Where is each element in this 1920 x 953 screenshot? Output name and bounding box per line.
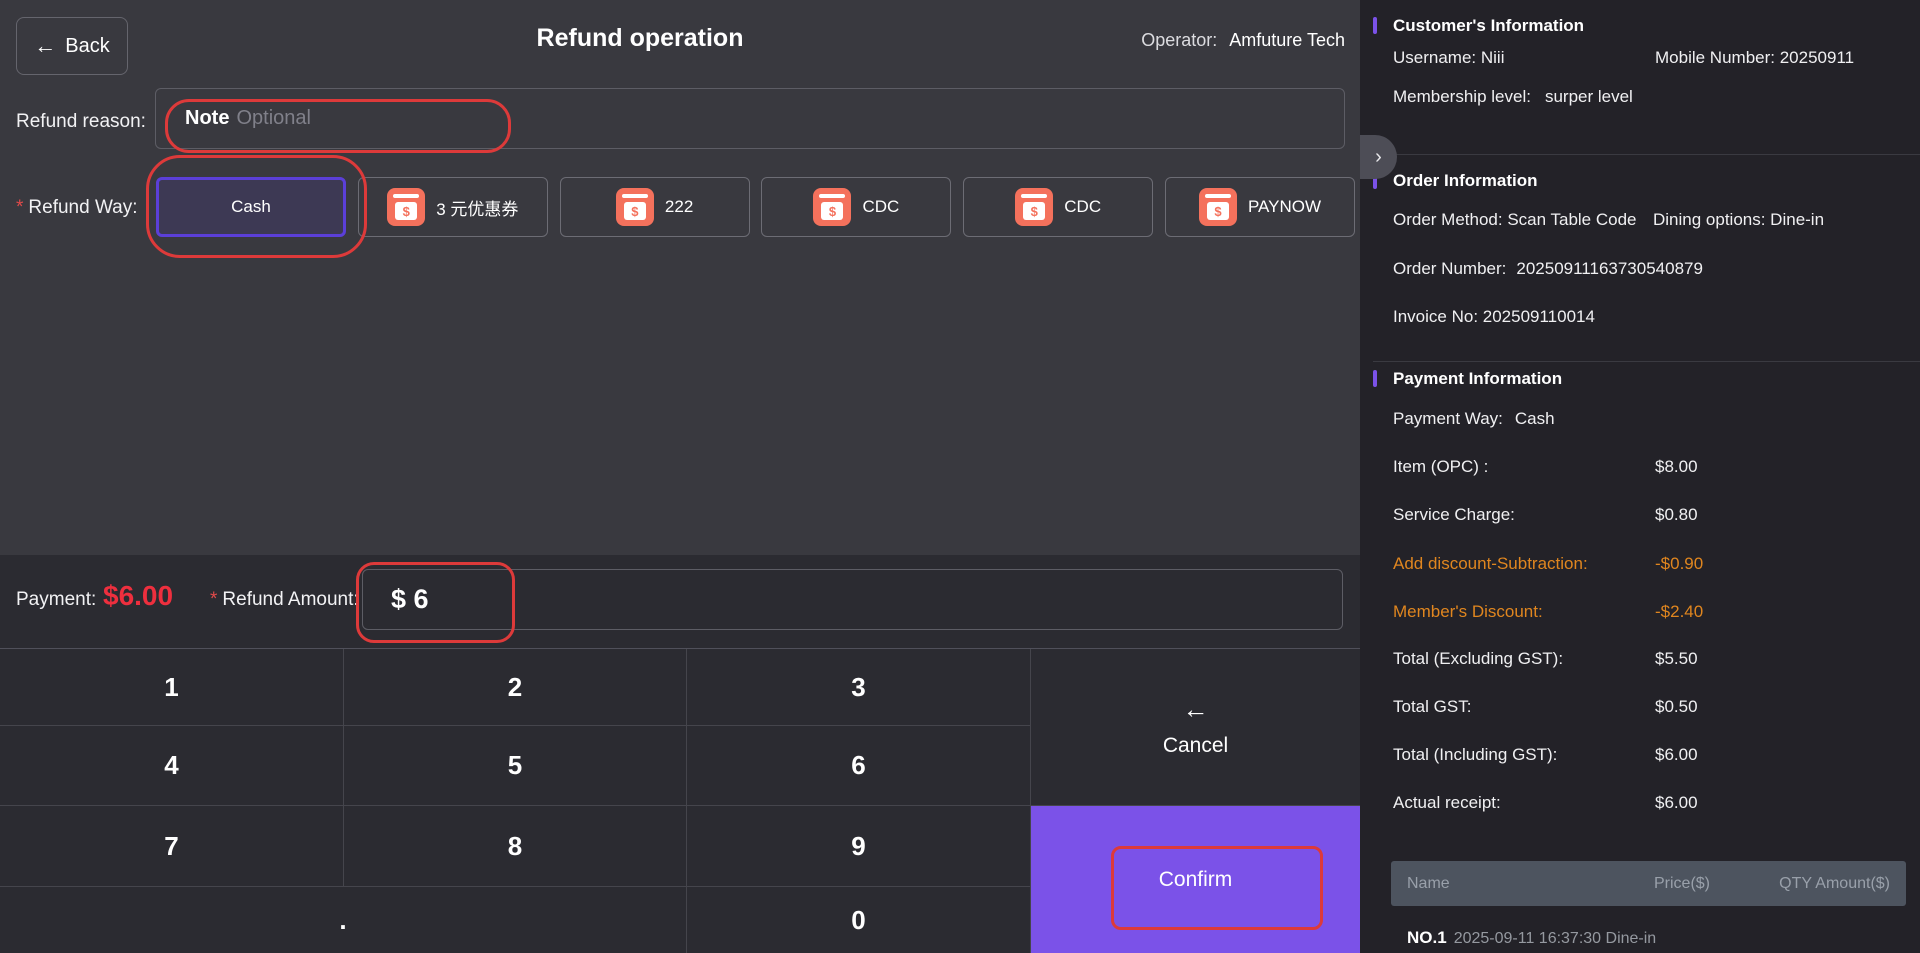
refund-way-option-cdc-2[interactable]: $ CDC [963, 177, 1153, 237]
dining-options: Dining options: Dine-in [1653, 210, 1824, 230]
order-method: Order Method: Scan Table Code [1393, 210, 1637, 230]
required-asterisk: * [210, 589, 217, 610]
order-number-value: 20250911163730540879 [1516, 259, 1703, 278]
refund-way-option-label: PAYNOW [1248, 197, 1321, 217]
back-button-label: Back [65, 35, 109, 58]
numpad-key-5[interactable]: 5 [344, 726, 687, 806]
numpad-key-dot[interactable]: . [0, 887, 687, 953]
payment-panel: Payment: $6.00 *Refund Amount: $ 6 1 2 3… [0, 555, 1360, 953]
main-panel: ← Back Refund operation Operator: Amfutur… [0, 0, 1360, 953]
section-accent-bar [1373, 17, 1377, 34]
money-voucher-icon: $ [813, 188, 851, 226]
refund-way-option-label: CDC [1064, 197, 1101, 217]
refund-way-option-label: Cash [231, 197, 271, 217]
money-voucher-icon: $ [387, 188, 425, 226]
refund-way-label: *Refund Way: [16, 197, 138, 219]
cancel-button[interactable]: ← Cancel [1031, 649, 1360, 806]
refund-amount-input[interactable]: $ 6 [362, 569, 1343, 630]
column-price: Price($) [1595, 875, 1710, 893]
refund-way-option-222[interactable]: $ 222 [560, 177, 750, 237]
refund-way-options: Cash $ 3 元优惠券 $ 222 $ CDC $ CDC $ PAYNOW [156, 177, 1355, 237]
refund-amount-label: *Refund Amount: [210, 589, 359, 611]
operator-info: Operator: Amfuture Tech [1141, 30, 1345, 51]
refund-reason-label: Refund reason: [16, 111, 146, 133]
numpad-key-2[interactable]: 2 [344, 649, 687, 726]
payment-label: Payment: [16, 589, 96, 611]
required-asterisk: * [16, 197, 23, 218]
refund-way-option-label: CDC [862, 197, 899, 217]
numpad-key-0[interactable]: 0 [687, 887, 1031, 953]
payment-way-label: Payment Way: [1393, 409, 1503, 428]
money-voucher-icon: $ [1199, 188, 1237, 226]
operator-value: Amfuture Tech [1229, 30, 1345, 50]
order-number: Order Number: 20250911163730540879 [1393, 259, 1703, 279]
note-input-value: Note [185, 107, 229, 130]
cancel-button-label: Cancel [1163, 734, 1228, 758]
payment-way-value: Cash [1515, 409, 1555, 428]
numpad-key-6[interactable]: 6 [687, 726, 1031, 806]
payment-amount: $6.00 [103, 580, 173, 612]
invoice-number: Invoice No: 202509110014 [1393, 307, 1595, 327]
refund-amount-label-text: Refund Amount: [222, 589, 358, 610]
order-row[interactable]: NO.1 2025-09-11 16:37:30 Dine-in [1391, 906, 1906, 948]
refund-way-option-label: 3 元优惠券 [436, 195, 518, 220]
money-voucher-icon: $ [616, 188, 654, 226]
numpad-key-8[interactable]: 8 [344, 806, 687, 887]
section-divider [1373, 154, 1920, 155]
customer-membership: Membership level: surper level [1393, 87, 1633, 107]
section-accent-bar [1373, 370, 1377, 387]
numpad-key-3[interactable]: 3 [687, 649, 1031, 726]
refund-amount-value: $ 6 [391, 584, 429, 615]
refund-way-option-paynow[interactable]: $ PAYNOW [1165, 177, 1355, 237]
confirm-button[interactable]: Confirm [1031, 806, 1360, 953]
money-voucher-icon: $ [1015, 188, 1053, 226]
refund-way-option-label: 222 [665, 197, 693, 217]
sidebar-collapse-button[interactable]: › [1360, 135, 1397, 179]
refund-operation-screen: ← Back Refund operation Operator: Amfutur… [0, 0, 1920, 953]
refund-way-label-text: Refund Way: [28, 197, 137, 218]
customer-username: Username: Niii [1393, 48, 1504, 68]
order-items-table: Name Price($) QTY Amount($) NO.1 2025-09-… [1391, 861, 1906, 948]
membership-value: surper level [1545, 87, 1633, 106]
table-header: Name Price($) QTY Amount($) [1391, 861, 1906, 906]
numpad-key-7[interactable]: 7 [0, 806, 344, 887]
payment-way: Payment Way: Cash [1393, 409, 1555, 429]
numpad-key-9[interactable]: 9 [687, 806, 1031, 887]
back-button[interactable]: ← Back [16, 17, 128, 75]
order-number-label: Order Number: [1393, 259, 1506, 278]
page-title: Refund operation [340, 24, 940, 53]
payment-row: Payment: $6.00 *Refund Amount: $ 6 [0, 555, 1360, 648]
refund-way-option-cdc-1[interactable]: $ CDC [761, 177, 951, 237]
note-input-placeholder: Optional [236, 107, 311, 130]
chevron-right-icon: › [1375, 147, 1382, 167]
back-arrow-icon: ← [1183, 696, 1209, 722]
note-input[interactable]: Note Optional [155, 88, 1345, 149]
refund-way-option-voucher[interactable]: $ 3 元优惠券 [358, 177, 548, 237]
order-detail-sidebar: › Customer's Information Username: Niii … [1360, 0, 1920, 953]
column-name: Name [1407, 875, 1595, 893]
order-row-detail: 2025-09-11 16:37:30 Dine-in [1454, 930, 1657, 947]
order-row-number: NO.1 [1407, 928, 1447, 947]
refund-way-option-cash[interactable]: Cash [156, 177, 346, 237]
operator-label: Operator: [1141, 30, 1217, 50]
section-divider [1373, 361, 1920, 362]
membership-label: Membership level: [1393, 87, 1531, 106]
numpad: 1 2 3 ← Cancel 4 5 6 7 8 9 Confirm . 0 [0, 648, 1360, 953]
column-qty-amount: QTY Amount($) [1710, 875, 1890, 893]
numpad-key-4[interactable]: 4 [0, 726, 344, 806]
numpad-key-1[interactable]: 1 [0, 649, 344, 726]
customer-mobile: Mobile Number: 20250911 [1655, 48, 1854, 68]
back-arrow-icon: ← [34, 35, 56, 57]
